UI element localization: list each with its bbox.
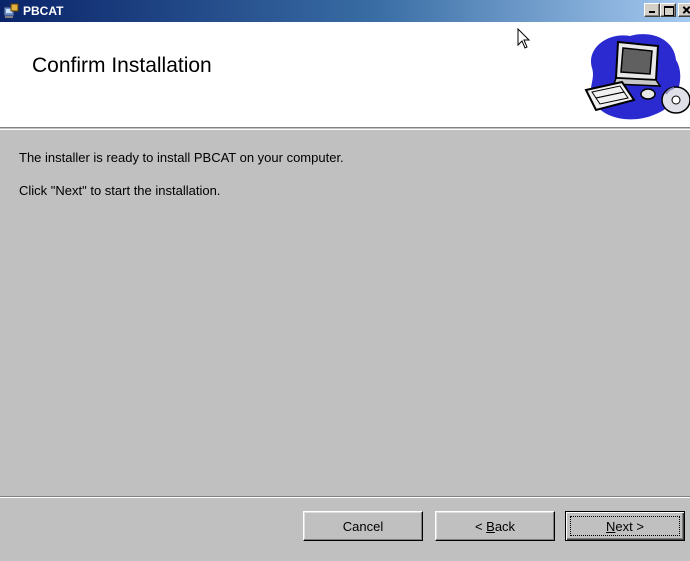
cancel-button[interactable]: Cancel: [303, 511, 423, 541]
computer-cd-icon: [578, 28, 690, 124]
installer-window: PBCAT Confirm Installation The installer…: [0, 0, 690, 561]
installer-icon: [3, 3, 19, 19]
back-button-label: ack: [494, 518, 516, 534]
footer-separator-highlight: [0, 497, 690, 498]
banner-separator: [0, 129, 690, 130]
ready-message: The installer is ready to install PBCAT …: [19, 150, 344, 165]
back-button-accelerator: B: [486, 518, 495, 534]
cancel-button-label: Cancel: [342, 518, 384, 534]
back-button[interactable]: < Back: [435, 511, 555, 541]
header-banner: Confirm Installation: [0, 22, 690, 128]
next-button[interactable]: Next >: [565, 511, 685, 541]
instruction-message: Click "Next" to start the installation.: [19, 183, 221, 198]
mouse-pointer-icon: [517, 27, 531, 50]
page-title: Confirm Installation: [32, 54, 212, 77]
minimize-button[interactable]: [644, 3, 660, 17]
next-button-focus-ring: [570, 516, 680, 536]
close-button[interactable]: [678, 3, 690, 17]
maximize-button[interactable]: [660, 3, 676, 17]
back-button-prefix: <: [474, 518, 487, 534]
window-controls: [644, 3, 690, 17]
title-bar[interactable]: PBCAT: [0, 0, 690, 22]
window-title: PBCAT: [23, 4, 64, 18]
